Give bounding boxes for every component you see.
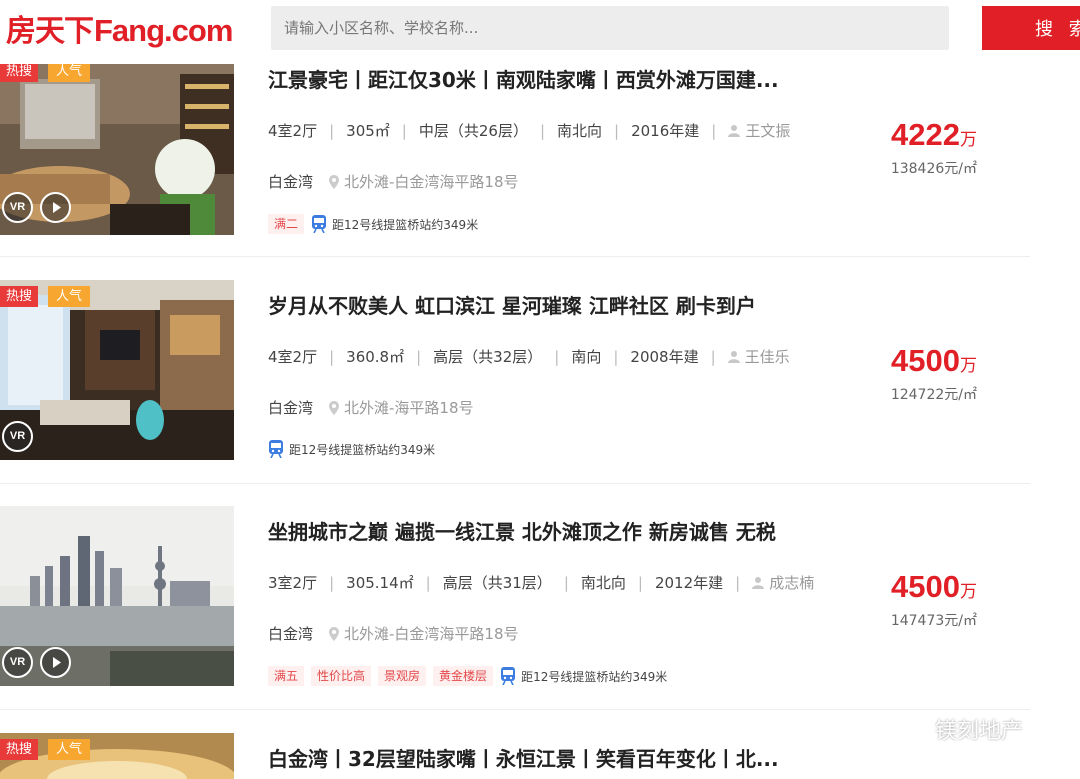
floor: 高层（共31层） (442, 574, 552, 592)
tag-popular: 人气 (48, 286, 91, 307)
tag-hot: 热搜 (0, 286, 39, 307)
unit-price: 124722元/㎡ (890, 387, 977, 403)
community-name[interactable]: 白金湾 (268, 623, 313, 644)
agent[interactable]: 王文振 (728, 120, 790, 141)
orientation: 南北向 (580, 574, 626, 592)
feature-chip: 黄金楼层 (433, 666, 494, 686)
unit-price: 147473元/㎡ (890, 613, 977, 629)
listing-location: 白金湾 北外滩-海平路18号 (268, 397, 474, 418)
wechat-icon (893, 716, 927, 741)
tag-popular: 人气 (48, 61, 91, 82)
rooms: 4室2厅 (268, 348, 318, 366)
metro-icon (312, 215, 327, 233)
listing-title[interactable]: 江景豪宅丨距江仅30米丨南观陆家嘴丨西赏外滩万国建... (268, 64, 779, 93)
feature-chip: 景观房 (378, 666, 427, 686)
community-name[interactable]: 白金湾 (268, 171, 313, 192)
listing-location: 白金湾 北外滩-白金湾海平路18号 (268, 623, 519, 644)
listing-photo[interactable]: 热搜 人气 (0, 733, 234, 779)
metro-distance: 距12号线提篮桥站约349米 (268, 440, 435, 458)
feature-chip: 满二 (268, 214, 305, 234)
area: 360.8㎡ (346, 348, 405, 366)
person-icon (728, 125, 741, 137)
metro-distance: 距12号线提篮桥站约349米 (311, 215, 478, 233)
listing-features: 距12号线提篮桥站约349米 (268, 440, 435, 458)
area: 305.14㎡ (346, 574, 414, 592)
search-box (271, 6, 949, 50)
vr-icon[interactable]: VR (2, 647, 33, 678)
listing-photo[interactable]: 热搜 人气 VR (0, 280, 234, 460)
person-icon (727, 351, 740, 363)
orientation: 南向 (571, 348, 602, 366)
metro-distance: 距12号线提篮桥站约349米 (500, 667, 667, 685)
agent-name: 王文振 (745, 122, 791, 140)
tag-popular: 人气 (48, 739, 91, 760)
listing-divider (0, 256, 1030, 257)
build-year: 2008年建 (630, 348, 699, 366)
agent-name: 成志楠 (769, 574, 815, 592)
metro-icon (501, 667, 516, 685)
wechat-watermark: 镁刻地产 (893, 713, 1023, 745)
listing-item[interactable]: 热搜 人气 白金湾丨32层望陆家嘴丨永恒江景丨笑看百年变化丨北... (0, 713, 1030, 779)
floor: 中层（共26层） (418, 122, 528, 140)
agent-name: 王佳乐 (744, 348, 790, 366)
listing-attributes: 4室2厅 | 360.8㎡ | 高层（共32层） | 南向 | 2008年建 | 王佳乐 (268, 346, 790, 367)
play-icon[interactable] (40, 647, 71, 678)
vr-icon[interactable]: VR (2, 192, 33, 223)
floor: 高层（共32层） (433, 348, 543, 366)
tag-hot: 热搜 (0, 739, 39, 760)
site-header: 房天下 Fang.com 搜 索 (0, 0, 1080, 64)
listing-title[interactable]: 岁月从不败美人 虹口滨江 星河璀璨 江畔社区 刷卡到户 (268, 290, 756, 319)
search-input[interactable] (271, 6, 949, 50)
listing-photo[interactable]: VR (0, 506, 234, 686)
listing-item[interactable]: VR 坐拥城市之巅 遍揽一线江景 北外滩顶之作 新房诚售 无税 3室2厅 | 30… (0, 486, 1030, 712)
search-button[interactable]: 搜 索 (982, 6, 1080, 50)
listing-features: 满二 距12号线提篮桥站约349米 (268, 214, 478, 234)
play-icon[interactable] (40, 192, 71, 223)
build-year: 2016年建 (631, 122, 700, 140)
listing-photo[interactable]: 热搜 人气 VR (0, 54, 234, 235)
fang-logo[interactable]: 房天下 Fang.com (6, 6, 233, 54)
listing-attributes: 4室2厅 | 305㎡ | 中层（共26层） | 南北向 | 2016年建 | 王文振 (268, 120, 791, 141)
logo-cn: 房天下 (6, 14, 94, 49)
orientation: 南北向 (557, 122, 603, 140)
address: 北外滩-白金湾海平路18号 (344, 625, 519, 643)
listing-features: 满五 性价比高 景观房 黄金楼层 距12号线提篮桥站约349米 (268, 666, 667, 686)
community-name[interactable]: 白金湾 (268, 397, 313, 418)
total-price: 4222万 (891, 117, 977, 152)
location-pin-icon (329, 400, 340, 415)
build-year: 2012年建 (654, 574, 724, 592)
listing-attributes: 3室2厅 | 305.14㎡ | 高层（共31层） | 南北向 | 2012年建 | 成志… (268, 572, 815, 593)
total-price: 4500万 (891, 343, 977, 378)
feature-chip: 满五 (268, 666, 305, 686)
listing-item[interactable]: 热搜 人气 VR 江景豪宅丨距江仅30米丨南观陆家嘴丨西赏外滩万国建... 4室… (0, 34, 1030, 260)
person-icon (752, 577, 765, 589)
location-pin-icon (329, 626, 340, 641)
unit-price: 138426元/㎡ (890, 161, 977, 177)
address: 北外滩-海平路18号 (344, 399, 474, 417)
listing-item[interactable]: 热搜 人气 VR 岁月从不败美人 虹口滨江 星河璀璨 江畔社区 刷卡到户 4室2… (0, 260, 1030, 486)
listing-title[interactable]: 白金湾丨32层望陆家嘴丨永恒江景丨笑看百年变化丨北... (268, 743, 779, 772)
rooms: 4室2厅 (268, 122, 318, 140)
address: 北外滩-白金湾海平路18号 (344, 173, 519, 191)
listing-location: 白金湾 北外滩-白金湾海平路18号 (268, 171, 519, 192)
metro-icon (269, 440, 283, 458)
watermark-text: 镁刻地产 (935, 719, 1024, 744)
area: 305㎡ (346, 122, 390, 140)
tag-hot: 热搜 (0, 61, 39, 82)
logo-en: Fang.com (94, 13, 233, 48)
agent[interactable]: 成志楠 (752, 572, 814, 593)
listing-divider (0, 709, 1030, 710)
location-pin-icon (329, 174, 340, 189)
rooms: 3室2厅 (268, 574, 318, 592)
listing-divider (0, 483, 1030, 484)
feature-chip: 性价比高 (311, 666, 372, 686)
listing-title[interactable]: 坐拥城市之巅 遍揽一线江景 北外滩顶之作 新房诚售 无税 (268, 516, 776, 545)
vr-icon[interactable]: VR (2, 421, 33, 452)
total-price: 4500万 (891, 569, 977, 604)
agent[interactable]: 王佳乐 (727, 346, 790, 367)
